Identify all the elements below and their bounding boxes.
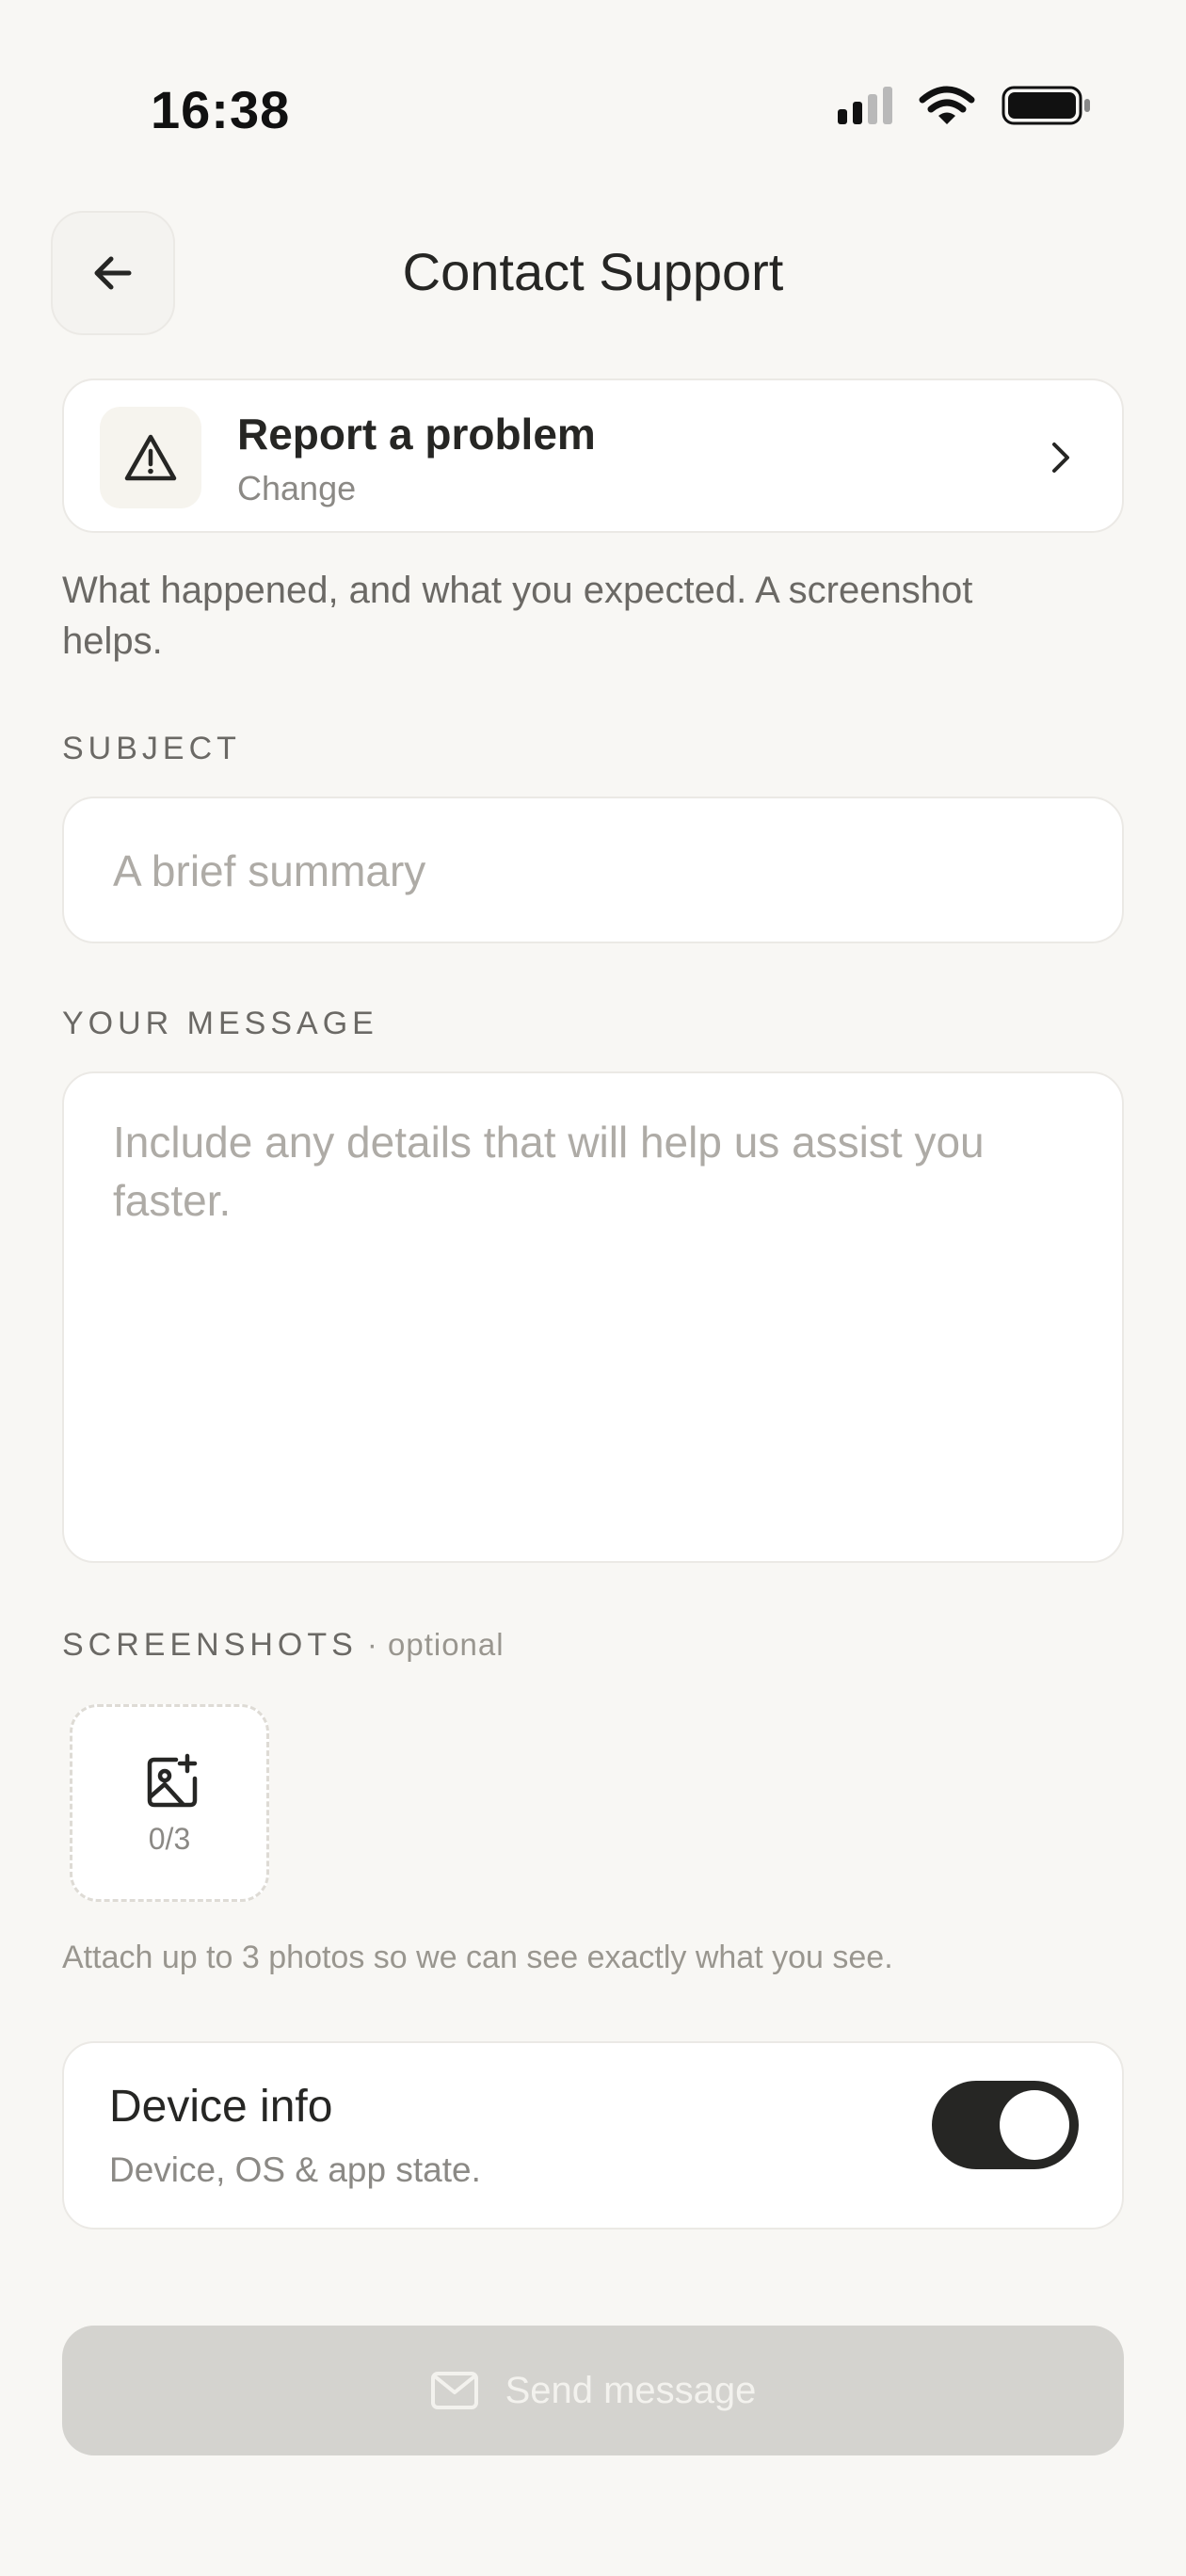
subject-input[interactable]: A brief summary [62,797,1124,943]
subject-label: SUBJECT [62,731,241,766]
send-message-button[interactable]: Send message [62,2326,1124,2455]
message-placeholder: Include any details that will help us as… [113,1118,985,1225]
contact-support-screen: 16:38 Contact Support Report a problem C… [0,0,1186,2576]
screenshot-count: 0/3 [148,1822,191,1856]
toggle-knob [1000,2090,1069,2160]
device-info-toggle[interactable] [932,2081,1079,2169]
device-info-card: Device info Device, OS & app state. [62,2041,1124,2230]
mail-icon [430,2372,478,2409]
screenshots-label: SCREENSHOTS · optional [62,1627,505,1664]
battery-icon [1002,86,1090,125]
status-icons [838,85,1092,126]
warning-triangle-icon [124,434,177,481]
category-selector[interactable]: Report a problem Change [62,378,1124,533]
category-icon-tile [100,407,201,508]
add-image-icon [147,1753,198,1808]
screenshots-label-text: SCREENSHOTS [62,1627,358,1663]
cellular-signal-icon [838,87,892,124]
screenshots-hint: Attach up to 3 photos so we can see exac… [62,1940,893,1975]
wifi-icon [919,86,975,124]
message-label: YOUR MESSAGE [62,1006,378,1041]
add-screenshot-button[interactable]: 0/3 [70,1704,269,1902]
screenshots-optional-tag: · optional [366,1627,505,1662]
category-title: Report a problem [237,410,596,459]
send-message-label: Send message [505,2369,757,2411]
category-change-link[interactable]: Change [237,469,356,508]
chevron-right-icon [1052,443,1069,473]
device-info-title: Device info [109,2082,333,2132]
message-textarea[interactable]: Include any details that will help us as… [62,1071,1124,1563]
category-description: What happened, and what you expected. A … [62,570,973,662]
device-info-subtitle: Device, OS & app state. [109,2150,481,2189]
page-title: Contact Support [402,242,784,301]
subject-placeholder: A brief summary [113,846,426,895]
status-time: 16:38 [151,80,291,139]
